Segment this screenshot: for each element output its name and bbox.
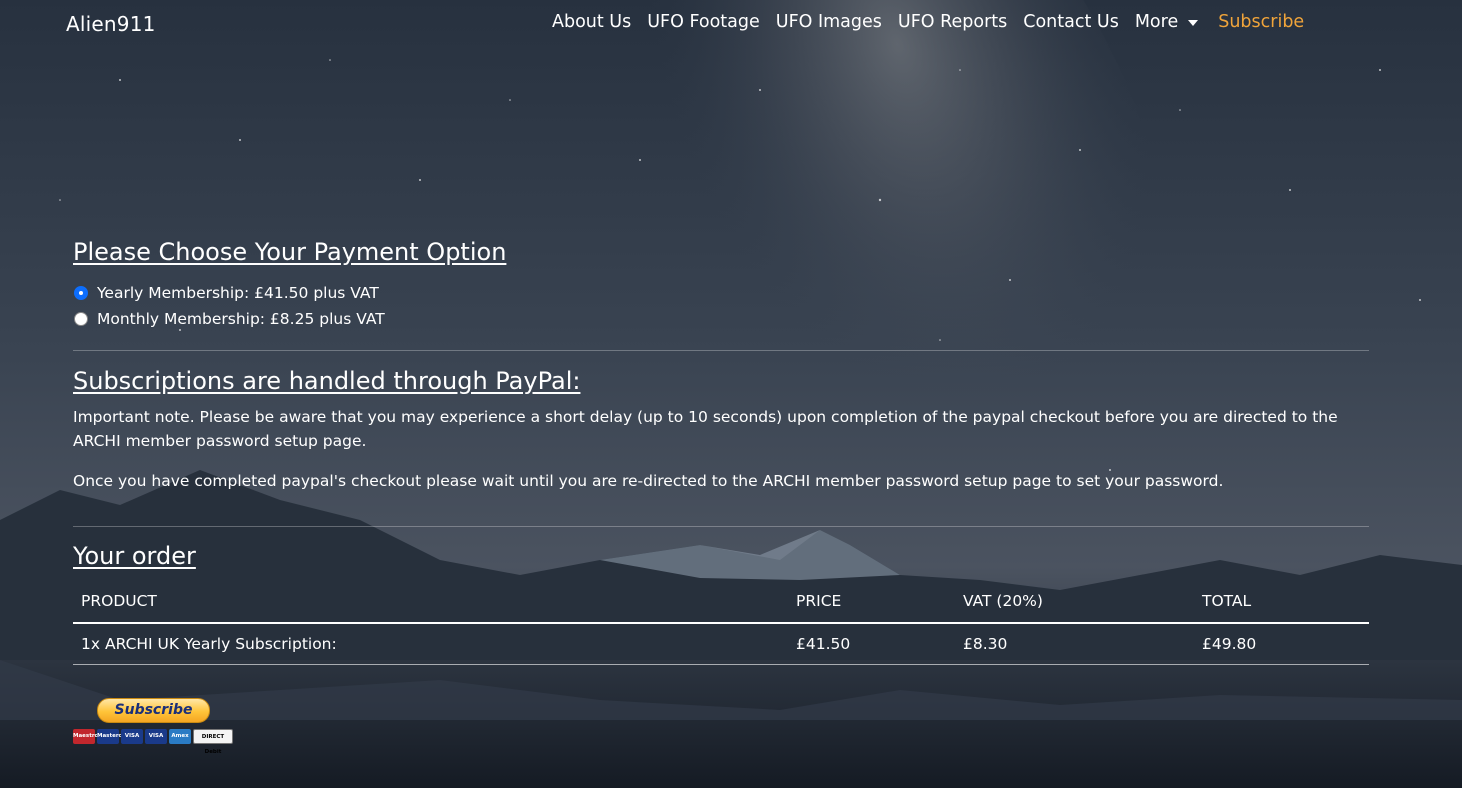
nav-more-label: More bbox=[1134, 12, 1179, 32]
nav-link-about-us[interactable]: About Us bbox=[552, 12, 631, 32]
amex-card-icon: Amex bbox=[169, 729, 191, 744]
maestro-card-icon: Maestro bbox=[73, 729, 98, 744]
col-vat: VAT (20%) bbox=[955, 580, 1194, 624]
paypal-subscribe-widget[interactable]: Subscribe Maestro Mastercard VISA VISA A… bbox=[73, 698, 235, 755]
table-row: 1x ARCHI UK Yearly Subscription: £41.50 … bbox=[73, 623, 1369, 665]
monthly-membership-label: Monthly Membership: £8.25 plus VAT bbox=[97, 310, 385, 328]
direct-debit-icon: DIRECT Debit bbox=[193, 729, 233, 755]
paypal-subscribe-button[interactable]: Subscribe bbox=[97, 698, 210, 723]
order-table: PRODUCT PRICE VAT (20%) TOTAL 1x ARCHI U… bbox=[73, 580, 1369, 665]
visa-electron-card-icon: VISA bbox=[145, 729, 167, 744]
col-price: PRICE bbox=[788, 580, 955, 624]
yearly-membership-label: Yearly Membership: £41.50 plus VAT bbox=[97, 284, 379, 302]
nav-more-dropdown[interactable]: More bbox=[1134, 12, 1199, 32]
col-product: PRODUCT bbox=[73, 580, 788, 624]
nav-link-contact-us[interactable]: Contact Us bbox=[1023, 12, 1119, 32]
top-navigation: About Us UFO Footage UFO Images UFO Repo… bbox=[552, 12, 1304, 32]
payment-cards-strip: Maestro Mastercard VISA VISA Amex DIRECT… bbox=[73, 729, 233, 755]
nav-link-ufo-footage[interactable]: UFO Footage bbox=[647, 12, 760, 32]
mastercard-card-icon: Mastercard bbox=[97, 729, 132, 744]
paypal-info-heading: Subscriptions are handled through PayPal… bbox=[73, 367, 581, 395]
chevron-down-icon bbox=[1188, 20, 1199, 26]
yearly-membership-radio[interactable] bbox=[74, 286, 88, 300]
nav-link-ufo-reports[interactable]: UFO Reports bbox=[898, 12, 1007, 32]
brand-logo-link[interactable]: Alien911 bbox=[66, 12, 156, 36]
col-total: TOTAL bbox=[1194, 580, 1369, 624]
nav-link-ufo-images[interactable]: UFO Images bbox=[776, 12, 882, 32]
payment-section: Please Choose Your Payment Option Yearly… bbox=[73, 238, 1369, 665]
order-table-header: PRODUCT PRICE VAT (20%) TOTAL bbox=[73, 580, 1369, 624]
order-total-cell: £49.80 bbox=[1194, 623, 1369, 665]
order-product-cell: 1x ARCHI UK Yearly Subscription: bbox=[73, 623, 788, 665]
wait-redirect-text: Once you have completed paypal's checkou… bbox=[73, 472, 1224, 490]
important-note-text: Important note. Please be aware that you… bbox=[73, 408, 1338, 450]
payment-option-heading: Please Choose Your Payment Option bbox=[73, 238, 507, 266]
yearly-membership-option[interactable]: Yearly Membership: £41.50 plus VAT bbox=[73, 280, 1369, 306]
monthly-membership-radio[interactable] bbox=[74, 312, 88, 326]
monthly-membership-option[interactable]: Monthly Membership: £8.25 plus VAT bbox=[73, 306, 1369, 332]
your-order-heading: Your order bbox=[73, 542, 196, 570]
order-vat-cell: £8.30 bbox=[955, 623, 1194, 665]
nav-link-subscribe[interactable]: Subscribe bbox=[1218, 12, 1304, 32]
order-price-cell: £41.50 bbox=[788, 623, 955, 665]
visa-card-icon: VISA bbox=[121, 729, 143, 744]
